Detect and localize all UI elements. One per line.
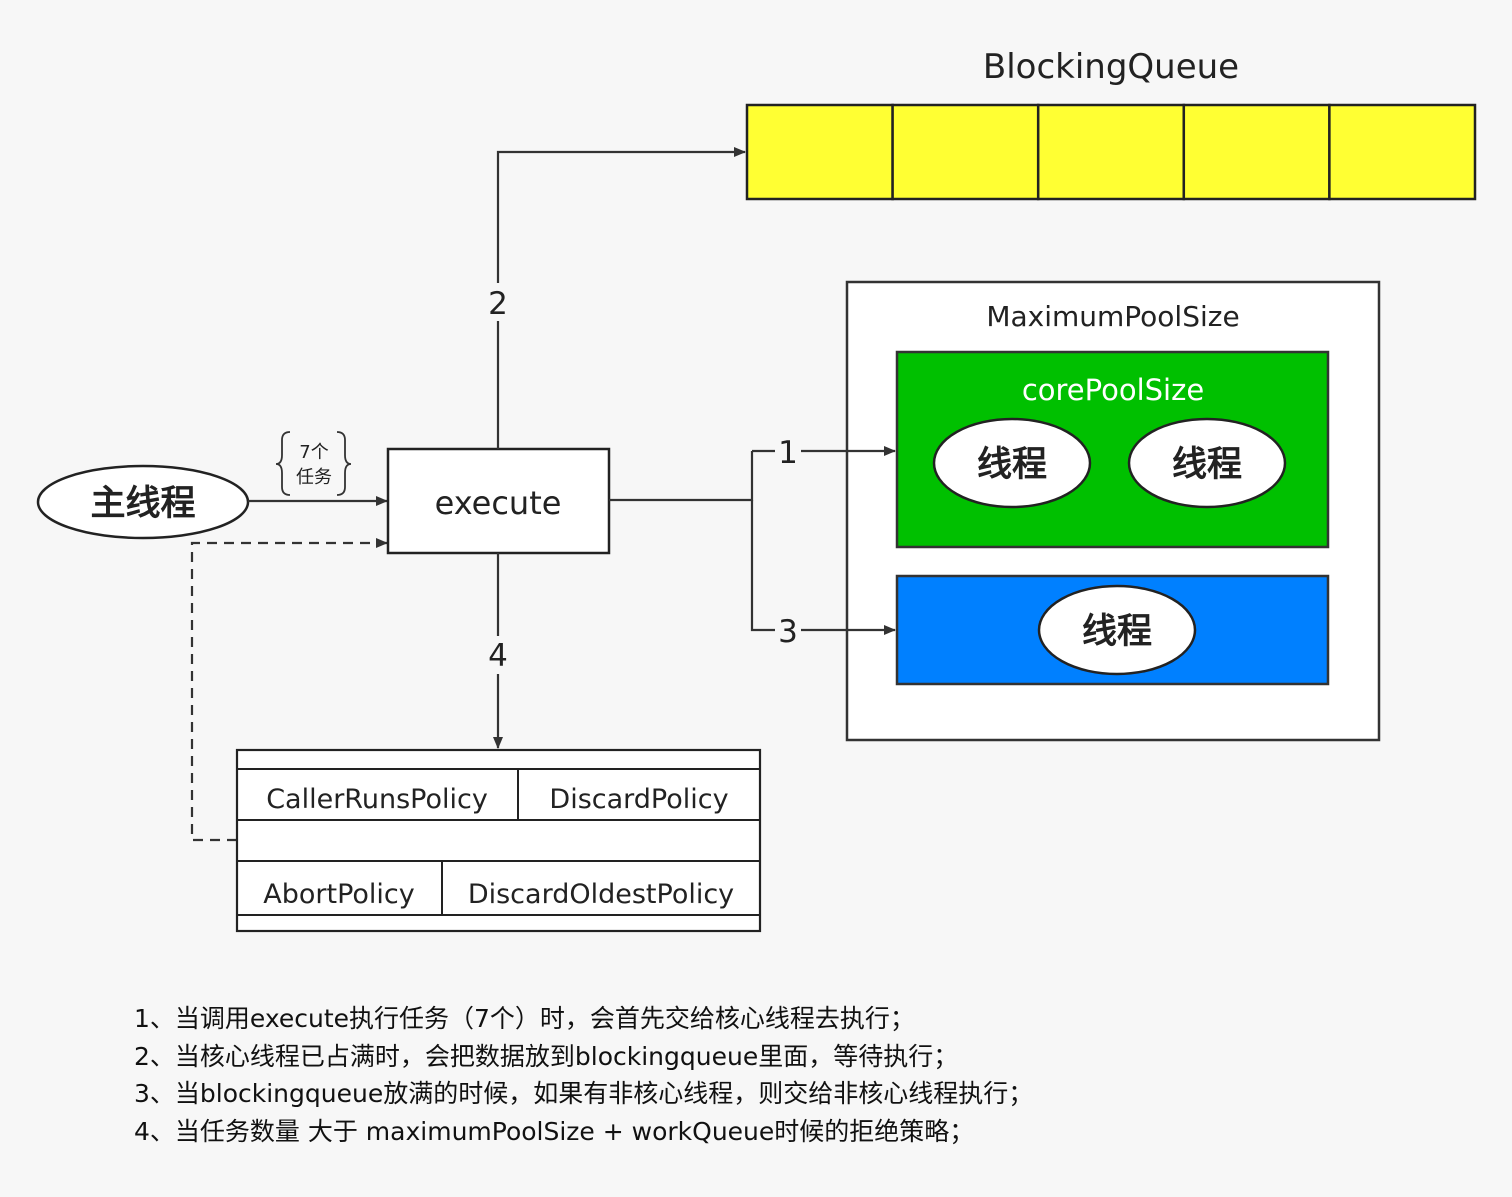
queue-slot [1182, 103, 1331, 201]
core-thread-1-label: 线程 [977, 445, 1047, 485]
execute-branch-line [609, 451, 754, 502]
queue-slot [1328, 103, 1477, 201]
path-4-label: 4 [488, 638, 508, 674]
queue-slot [1036, 103, 1186, 201]
maximum-pool-title: MaximumPoolSize [986, 300, 1239, 333]
queue-slot [745, 103, 894, 201]
brace-right [336, 431, 352, 496]
caller-runs-policy: CallerRunsPolicy [266, 784, 488, 815]
task-count-label: 7个 [299, 442, 328, 463]
main-thread-label: 主线程 [90, 484, 195, 524]
explanation-notes: 1、当调用execute执行任务（7个）时，会首先交给核心线程去执行； 2、当核… [134, 1000, 1033, 1150]
path-2-label: 2 [488, 286, 508, 322]
note-1: 1、当调用execute执行任务（7个）时，会首先交给核心线程去执行； [134, 1004, 915, 1033]
blocking-queue-title: BlockingQueue [983, 47, 1239, 87]
core-thread-2-label: 线程 [1172, 445, 1242, 485]
rejection-policies-table: CallerRunsPolicy DiscardPolicy AbortPoli… [235, 748, 762, 933]
core-pool-title: corePoolSize [1022, 373, 1204, 407]
note-4: 4、当任务数量 大于 maximumPoolSize + workQueue时候… [134, 1116, 975, 1146]
blocking-queue [745, 103, 1477, 201]
note-3: 3、当blockingqueue放满的时候，如果有非核心线程，则交给非核心线程执… [134, 1079, 1034, 1108]
queue-slot [891, 103, 1040, 201]
discard-oldest-policy: DiscardOldestPolicy [468, 879, 734, 910]
discard-policy: DiscardPolicy [549, 784, 728, 815]
path-3-label: 3 [778, 614, 798, 650]
abort-policy: AbortPolicy [263, 879, 415, 910]
task-label: 任务 [296, 467, 332, 488]
brace-left [275, 431, 291, 496]
note-2: 2、当核心线程已占满时，会把数据放到blockingqueue里面，等待执行； [134, 1041, 959, 1071]
task-brace: 7个 任务 [275, 431, 352, 496]
path-1-label: 1 [778, 435, 798, 471]
non-core-thread-label: 线程 [1082, 612, 1152, 652]
path-2-arrow [496, 147, 746, 449]
execute-label: execute [435, 484, 562, 522]
